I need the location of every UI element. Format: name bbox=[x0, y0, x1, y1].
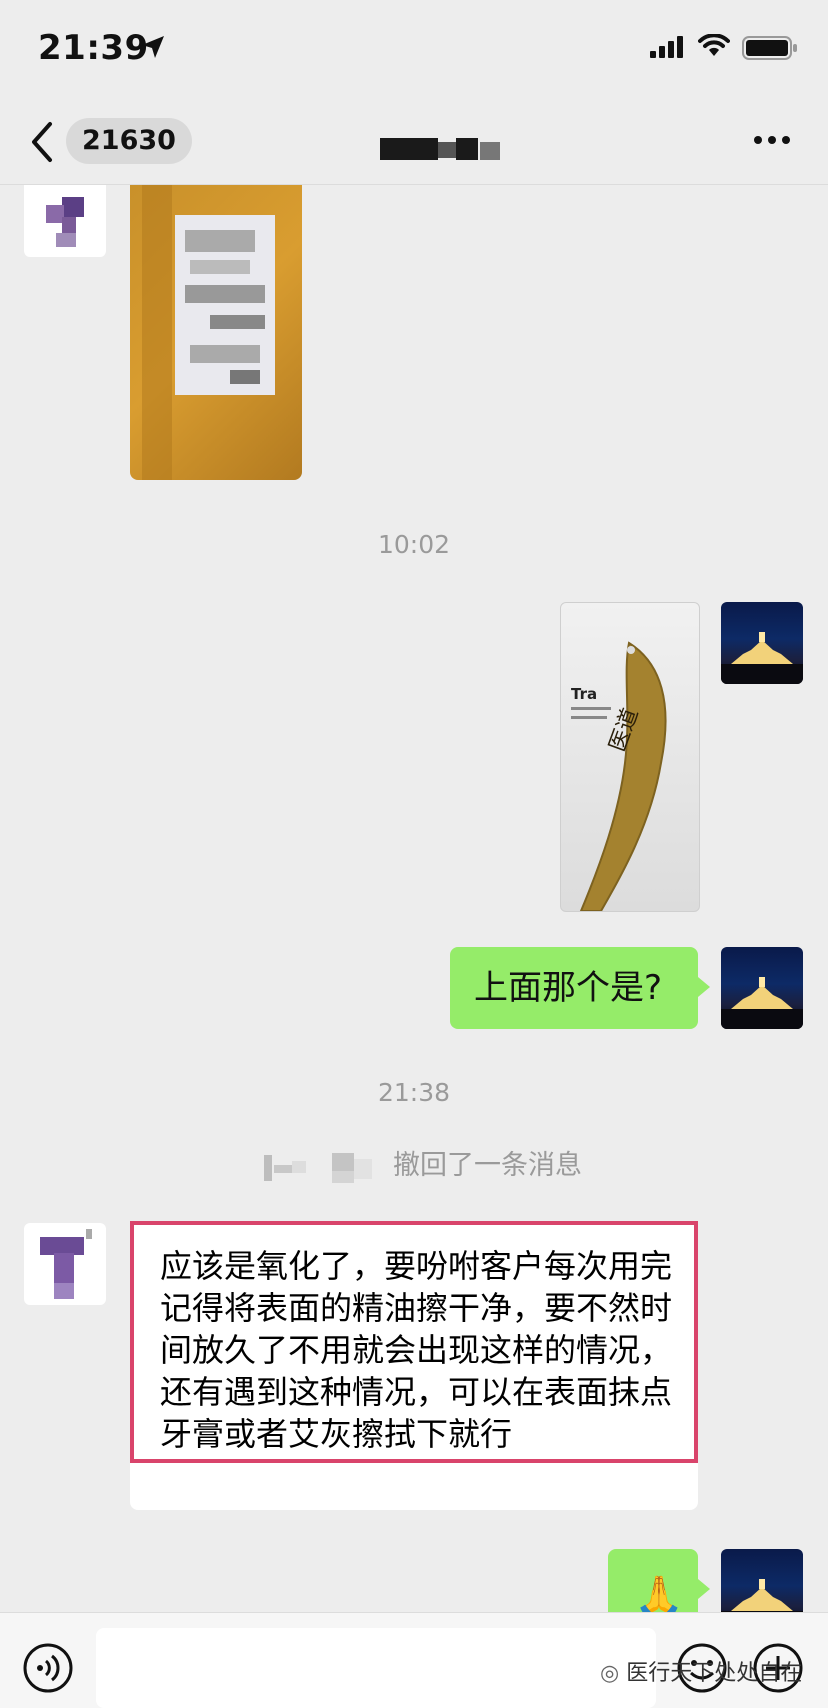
watermark-text: 医行天下处处自在 bbox=[626, 1661, 803, 1686]
chat-title-redacted bbox=[380, 138, 500, 160]
pray-emoji: 🙏 bbox=[634, 1574, 684, 1612]
message-timestamp: 21:38 bbox=[377, 1078, 451, 1107]
wechat-logo-icon: ◎ bbox=[600, 1661, 620, 1686]
outgoing-text-bubble[interactable]: 上面那个是? bbox=[450, 947, 710, 1029]
message-text: 上面那个是? bbox=[474, 968, 663, 1008]
account-watermark: ◎ 医行天下处处自在 bbox=[600, 1655, 802, 1687]
message-timestamp: 10:02 bbox=[377, 530, 451, 559]
battery-icon bbox=[742, 36, 797, 60]
back-chevron-icon[interactable] bbox=[28, 120, 58, 164]
contact-avatar[interactable] bbox=[24, 1223, 106, 1305]
recall-notice: 撤回了一条消息 bbox=[393, 1150, 582, 1181]
wifi-icon bbox=[698, 34, 730, 56]
outgoing-photo-message[interactable]: Tra 医道 bbox=[560, 602, 700, 912]
message-input[interactable] bbox=[96, 1628, 656, 1708]
unread-count-badge[interactable]: 21630 bbox=[66, 118, 192, 164]
incoming-photo-message[interactable] bbox=[130, 185, 302, 480]
my-avatar[interactable] bbox=[721, 947, 803, 1029]
chat-message-list[interactable]: 10:02 Tra 医道 上面那个是? 21:38 撤回了一条消息 应该是氧化了… bbox=[0, 185, 828, 1612]
more-options-icon[interactable] bbox=[752, 130, 792, 150]
message-text: 应该是氧化了，要吩咐客户每次用完记得将表面的精油擦干净，要不然时间放久了不用就会… bbox=[160, 1247, 673, 1453]
contact-avatar[interactable] bbox=[24, 185, 106, 257]
my-avatar[interactable] bbox=[721, 1549, 803, 1612]
highlight-box: 应该是氧化了，要吩咐客户每次用完记得将表面的精油擦干净，要不然时间放久了不用就会… bbox=[130, 1221, 698, 1463]
status-time: 21:39 bbox=[38, 28, 149, 68]
photo-card-text: Tra bbox=[571, 685, 597, 703]
my-avatar[interactable] bbox=[721, 602, 803, 684]
outgoing-emoji-bubble[interactable]: 🙏 bbox=[608, 1549, 710, 1612]
cellular-signal-icon bbox=[650, 36, 683, 58]
location-arrow-icon bbox=[142, 36, 164, 58]
voice-input-icon[interactable] bbox=[22, 1642, 74, 1694]
recaller-name-redacted bbox=[264, 1153, 372, 1183]
